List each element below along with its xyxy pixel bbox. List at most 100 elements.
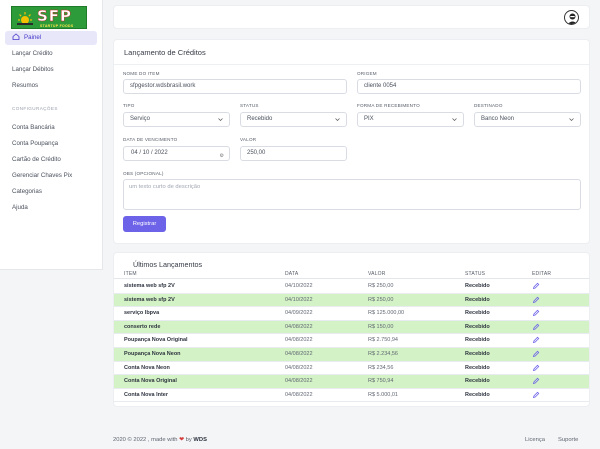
row-date: 04/08/2022 — [285, 337, 313, 344]
row-status: Recebido — [465, 310, 490, 317]
sidebar-item-chaves-pix[interactable]: Gerenciar Chaves Pix — [0, 169, 103, 183]
table-row: Conta Nova Inter 04/08/2022 R$ 5.000,01 Rec… — [114, 389, 589, 403]
brand-logo[interactable]: SFP STARTUP FOODS — [11, 6, 87, 29]
edit-icon[interactable] — [532, 323, 540, 331]
sidebar-item-categorias[interactable]: Categorias — [0, 185, 103, 199]
row-value: R$ 250,00 — [368, 283, 394, 289]
obs-textarea[interactable]: um texto curto de descrição — [123, 179, 581, 210]
row-status: Recebido — [465, 391, 490, 398]
sun-icon — [17, 12, 33, 25]
logo-subtext: STARTUP FOODS — [40, 24, 74, 28]
destinado-label: DESTINADO — [474, 103, 503, 108]
logo-text: SFP — [37, 7, 73, 25]
row-value: R$ 2.234,56 — [368, 351, 398, 357]
table-title: Últimos Lançamentos — [133, 260, 203, 269]
forma-recebimento-label: FORMA DE RECEBIMENTO — [357, 103, 420, 108]
table-header: ITEM DATA VALOR STATUS EDITAR — [114, 269, 589, 279]
sidebar-item-conta-bancaria[interactable]: Conta Bancária — [0, 121, 103, 135]
footer-author[interactable]: WDS — [193, 437, 207, 443]
row-date: 04/10/2022 — [285, 296, 313, 303]
row-item: serviço lbpva — [124, 310, 160, 317]
status-label: STATUS — [240, 103, 259, 108]
chevron-down-icon — [218, 118, 223, 121]
row-date: 04/10/2022 — [285, 283, 313, 289]
footer-credits: 2020 © 2022 , made with ❤ by WDS — [113, 437, 207, 443]
row-status: Recebido — [465, 323, 490, 330]
edit-icon[interactable] — [532, 391, 540, 399]
registrar-button[interactable]: Registrar — [123, 216, 166, 232]
row-date: 04/09/2022 — [285, 310, 313, 317]
credit-form-card: Lançamento de Créditos NOME DO ITEM sfpg… — [113, 39, 590, 244]
data-vencimento-input[interactable]: 04 / 10 / 2022 ⚙ — [123, 146, 230, 161]
data-vencimento-value: 04 / 10 / 2022 — [131, 150, 168, 156]
row-date: 04/08/2022 — [285, 323, 313, 330]
row-status: Recebido — [465, 351, 490, 357]
calendar-icon[interactable]: ⚙ — [220, 150, 224, 163]
row-status: Recebido — [465, 283, 490, 289]
user-avatar[interactable] — [564, 10, 579, 25]
status-value: Recebido — [247, 116, 273, 122]
user-icon — [567, 13, 578, 24]
valor-label: VALOR — [240, 137, 257, 142]
top-bar — [113, 5, 590, 29]
chevron-down-icon — [452, 118, 457, 121]
table-row: sistema web sfp 2V 04/10/2022 R$ 250,00 Rec… — [114, 293, 589, 308]
column-header: STATUS — [465, 271, 486, 277]
footer-by: by — [185, 437, 192, 443]
tipo-select[interactable]: Serviço — [123, 112, 230, 127]
edit-icon[interactable] — [532, 282, 540, 290]
origem-input[interactable]: cliente 0054 — [357, 79, 581, 94]
row-item: Poupança Nova Neon — [124, 351, 181, 357]
sidebar-item-lancar-debitos[interactable]: Lançar Débitos — [0, 63, 103, 77]
sidebar-item-ajuda[interactable]: Ajuda — [0, 201, 103, 215]
sidebar-section-configuracoes: CONFIGURAÇÕES — [12, 106, 58, 111]
table-row: Conta Nova Neon 04/08/2022 R$ 234,56 Recebi… — [114, 362, 589, 376]
edit-icon[interactable] — [532, 377, 540, 385]
table-row: Poupança Nova Neon 04/08/2022 R$ 2.234,56 R… — [114, 348, 589, 362]
column-header: DATA — [285, 271, 299, 277]
column-header: EDITAR — [532, 271, 552, 277]
footer-link-licenca[interactable]: Licença — [525, 437, 545, 443]
heart-icon: ❤ — [179, 437, 185, 443]
row-value: R$ 750,94 — [368, 378, 394, 385]
edit-icon[interactable] — [532, 364, 540, 372]
row-value: R$ 250,00 — [368, 296, 394, 303]
sidebar-item-conta-poupanca[interactable]: Conta Poupança — [0, 137, 103, 151]
nome-item-input[interactable]: sfpgestor.wdsbrasil.work — [123, 79, 347, 94]
row-date: 04/08/2022 — [285, 351, 313, 357]
sidebar-item-resumos[interactable]: Resumos — [0, 79, 103, 93]
row-item: Conta Nova Original — [124, 378, 177, 385]
sidebar-item-label: Painel — [24, 34, 42, 41]
footer-link-suporte[interactable]: Suporte — [558, 437, 578, 443]
table-row: serviço lbpva 04/09/2022 R$ 125.000,00 Rece… — [114, 307, 589, 321]
tipo-label: TIPO — [123, 103, 135, 108]
forma-recebimento-select[interactable]: PIX — [357, 112, 464, 127]
home-icon — [12, 33, 20, 40]
row-value: R$ 234,56 — [368, 364, 394, 371]
table-row: Poupança Nova Original 04/08/2022 R$ 2.750… — [114, 334, 589, 348]
destinado-value: Banco Neon — [481, 116, 515, 122]
edit-icon[interactable] — [532, 309, 540, 317]
table-row: conserto rede 04/08/2022 R$ 150,00 Recebido — [114, 320, 589, 335]
row-item: Conta Nova Neon — [124, 364, 170, 371]
form-title: Lançamento de Créditos — [124, 48, 206, 57]
edit-icon[interactable] — [532, 350, 540, 358]
row-item: sistema web sfp 2V — [124, 296, 175, 303]
destinado-select[interactable]: Banco Neon — [474, 112, 581, 127]
row-item: sistema web sfp 2V — [124, 283, 175, 289]
row-status: Recebido — [465, 337, 490, 344]
status-select[interactable]: Recebido — [240, 112, 347, 127]
row-item: conserto rede — [124, 323, 161, 330]
sidebar: SFP STARTUP FOODS Painel Lançar Crédito … — [0, 0, 103, 270]
sidebar-item-lancar-credito[interactable]: Lançar Crédito — [0, 47, 103, 61]
edit-icon[interactable] — [532, 336, 540, 344]
row-date: 04/08/2022 — [285, 364, 313, 371]
chevron-down-icon — [335, 118, 340, 121]
sidebar-item-cartao-credito[interactable]: Cartão de Crédito — [0, 153, 103, 167]
edit-icon[interactable] — [532, 296, 540, 304]
footer-copyright: 2020 © 2022 , made with — [113, 437, 178, 443]
row-date: 04/08/2022 — [285, 378, 313, 385]
sidebar-item-painel[interactable]: Painel — [5, 31, 97, 45]
row-value: R$ 150,00 — [368, 323, 394, 330]
valor-input[interactable]: 250,00 — [240, 146, 347, 161]
